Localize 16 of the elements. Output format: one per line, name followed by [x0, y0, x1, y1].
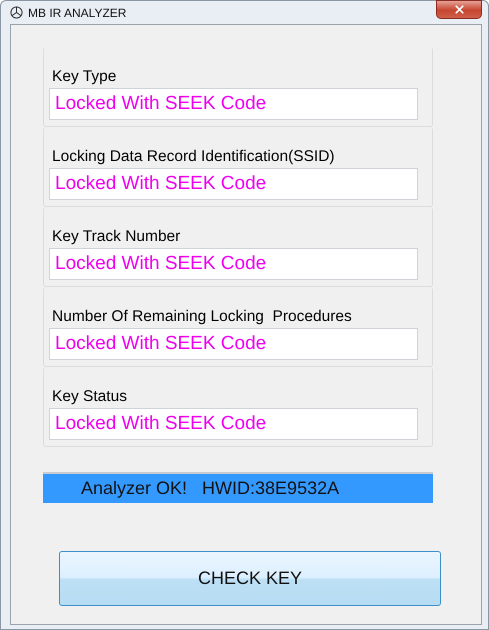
field-label: Key Type	[52, 68, 118, 86]
close-button[interactable]	[436, 0, 482, 19]
window-title: MB IR ANALYZER	[28, 6, 126, 20]
output-field[interactable]: Locked With SEEK Code	[49, 88, 418, 120]
field-label: Number Of Remaining Locking Procedures	[52, 308, 353, 326]
field-label: Key Status	[52, 388, 128, 406]
field-label: Locking Data Record Identification(SSID)	[52, 148, 336, 166]
close-icon	[452, 3, 466, 16]
output-field[interactable]: Locked With SEEK Code	[49, 328, 418, 360]
star-emblem-icon	[10, 6, 23, 19]
status-text: Analyzer OK! HWID:38E9532A	[81, 478, 340, 499]
field-label: Key Track Number	[52, 228, 182, 246]
output-field[interactable]: Locked With SEEK Code	[49, 408, 418, 440]
output-field[interactable]: Locked With SEEK Code	[49, 168, 418, 200]
output-field[interactable]: Locked With SEEK Code	[49, 248, 418, 280]
check-key-button[interactable]: CHECK KEY	[59, 551, 441, 606]
